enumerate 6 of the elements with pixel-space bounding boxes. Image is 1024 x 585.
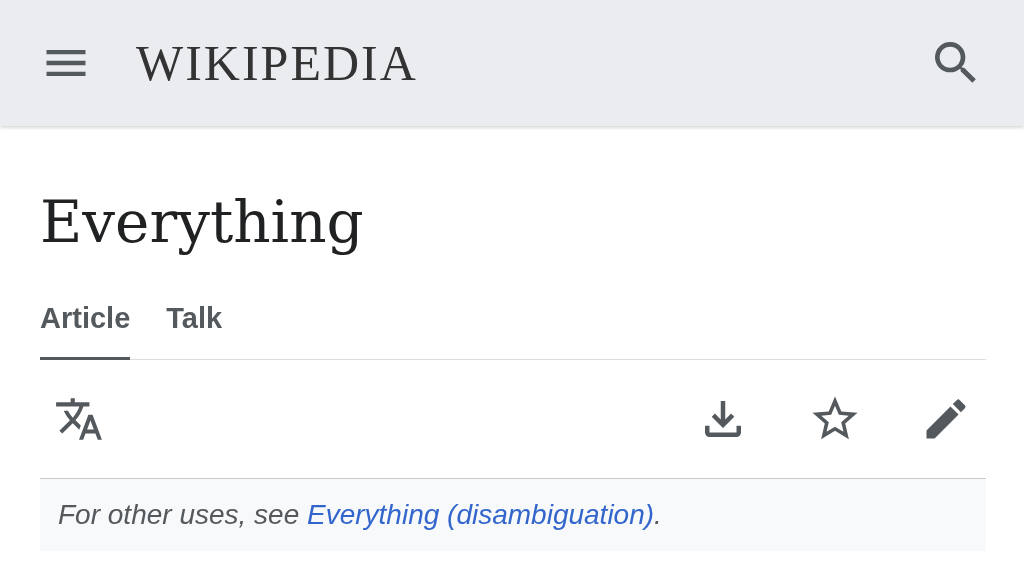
disambiguation-link[interactable]: Everything (disambiguation) xyxy=(307,498,655,530)
page-title: Everything xyxy=(40,188,365,258)
tab[interactable]: Talk xyxy=(166,301,223,360)
wikipedia-wordmark[interactable]: WIKIPEDIA xyxy=(136,34,928,92)
hatnote: For other uses, see Everything (disambiguation). xyxy=(40,478,986,551)
tab[interactable]: Article xyxy=(40,301,131,360)
